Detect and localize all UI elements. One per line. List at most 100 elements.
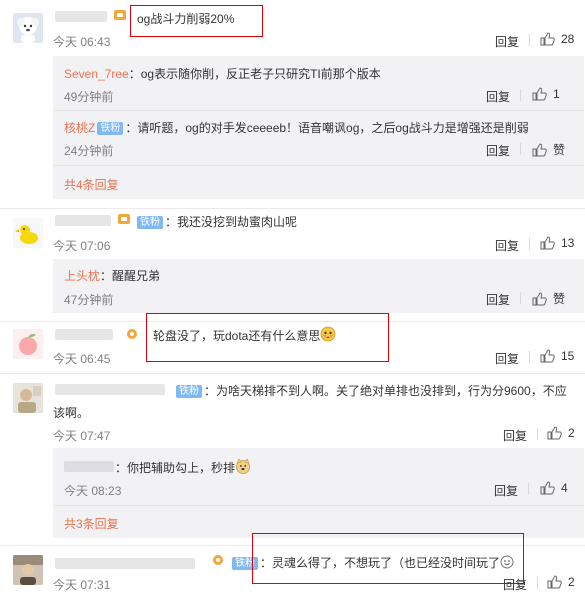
- more-replies-link[interactable]: 共4条回复: [64, 176, 119, 193]
- person-avatar-icon: [13, 383, 43, 413]
- reply-time: 今天 08:23: [64, 484, 122, 498]
- avatar[interactable]: [13, 329, 43, 359]
- reply-username[interactable]: 核桃Z: [64, 121, 95, 135]
- reply-text: ：请听题，og的对手发ceeeeb！语音嘲讽og，之后og战斗力是增强还是削弱: [125, 121, 529, 135]
- level-badge-icon: [117, 212, 131, 229]
- comment-time: 今天 07:31: [53, 578, 111, 592]
- divider: [53, 165, 584, 166]
- divider: [0, 373, 585, 374]
- avatar[interactable]: [13, 13, 43, 43]
- reply-time: 47分钟前: [64, 293, 114, 307]
- reply-item: 上头枕：醒醒兄弟: [64, 267, 160, 284]
- divider: [520, 143, 521, 155]
- like-button[interactable]: 4: [540, 481, 568, 495]
- thumbs-up-icon: [547, 426, 562, 440]
- username-blurred: [55, 329, 113, 340]
- reply-username[interactable]: Seven_7ree: [64, 67, 129, 81]
- comment-item: 铁粉 ：我还没挖到劫蜜肉山呢: [137, 213, 297, 230]
- divider: [537, 577, 538, 589]
- like-button[interactable]: 2: [547, 575, 575, 589]
- divider: [520, 89, 521, 101]
- comment-item: 铁粉 ：为啥天梯排不到人啊。关了绝对单排也没排到，行为分9600，不应: [176, 382, 567, 399]
- like-button[interactable]: 2: [547, 426, 575, 440]
- comment-text: ：我还没挖到劫蜜肉山呢: [165, 215, 298, 229]
- comment-time: 今天 06:43: [53, 35, 111, 49]
- reply-text: ：og表示随你削，反正老子只研究TI前那个版本: [128, 67, 381, 81]
- reply-button[interactable]: 回复: [503, 576, 527, 593]
- level-badge-icon: [125, 327, 139, 344]
- doge-emoji-icon: [236, 458, 250, 474]
- fan-badge: 铁粉: [137, 216, 163, 229]
- divider: [53, 110, 584, 111]
- thumbs-up-icon: [540, 349, 555, 363]
- like-button[interactable]: 28: [540, 32, 574, 46]
- duck-avatar-icon: [13, 218, 43, 248]
- highlight-box: [146, 313, 389, 362]
- reply-item: ：你把辅助勾上，秒排: [115, 458, 251, 476]
- reply-item: 核桃Z 铁粉 ：请听题，og的对手发ceeeeb！语音嘲讽og，之后og战斗力是增强…: [64, 119, 529, 136]
- reply-button[interactable]: 回复: [486, 142, 510, 159]
- like-count: 2: [568, 575, 575, 589]
- fan-badge: 铁粉: [176, 385, 202, 398]
- like-button[interactable]: 赞: [532, 141, 565, 158]
- like-label: 赞: [553, 143, 566, 157]
- thumbs-up-icon: [547, 575, 562, 589]
- divider: [537, 428, 538, 440]
- thumbs-up-icon: [540, 32, 555, 46]
- level-badge-icon: [113, 8, 127, 25]
- divider: [53, 505, 584, 506]
- like-button[interactable]: 赞: [532, 290, 565, 307]
- reply-button[interactable]: 回复: [503, 427, 527, 444]
- like-count: 1: [553, 87, 560, 101]
- highlight-box: [130, 5, 263, 37]
- username-blurred: [55, 215, 111, 226]
- like-count: 4: [561, 481, 568, 495]
- divider: [529, 351, 530, 363]
- reply-button[interactable]: 回复: [486, 291, 510, 308]
- divider: [0, 208, 585, 209]
- reply-time: 49分钟前: [64, 90, 114, 104]
- reply-time: 24分钟前: [64, 144, 114, 158]
- divider: [528, 483, 529, 495]
- thumbs-up-icon: [532, 291, 547, 305]
- reply-button[interactable]: 回复: [495, 237, 519, 254]
- avatar[interactable]: [13, 383, 43, 413]
- comment-time: 今天 06:45: [53, 352, 111, 366]
- reply-username[interactable]: 上头枕: [64, 269, 100, 283]
- divider: [529, 34, 530, 46]
- username-blurred: [64, 461, 114, 472]
- reply-button[interactable]: 回复: [495, 33, 519, 50]
- reply-button[interactable]: 回复: [486, 88, 510, 105]
- like-button[interactable]: 1: [532, 87, 560, 101]
- like-button[interactable]: 13: [540, 236, 574, 250]
- peach-avatar-icon: [13, 329, 43, 359]
- thumbs-up-icon: [540, 481, 555, 495]
- avatar[interactable]: [13, 218, 43, 248]
- like-count: 2: [568, 426, 575, 440]
- divider: [520, 292, 521, 304]
- username-blurred: [55, 558, 195, 569]
- reply-button[interactable]: 回复: [494, 482, 518, 499]
- like-count: 28: [561, 32, 575, 46]
- thumbs-up-icon: [532, 87, 547, 101]
- username-blurred: [55, 384, 165, 395]
- username-blurred: [55, 11, 107, 22]
- comment-text-continued: 该啊。: [53, 406, 90, 420]
- comment-text: ：为啥天梯排不到人啊。关了绝对单排也没排到，行为分9600，不应: [204, 384, 567, 398]
- reply-button[interactable]: 回复: [495, 350, 519, 367]
- like-button[interactable]: 15: [540, 349, 574, 363]
- level-badge-icon: [211, 553, 225, 570]
- reply-text: ：醒醒兄弟: [100, 269, 161, 283]
- reply-item: Seven_7ree：og表示随你削，反正老子只研究TI前那个版本: [64, 65, 381, 82]
- poodle-avatar-icon: [13, 13, 43, 43]
- thumbs-up-icon: [532, 142, 547, 156]
- avatar[interactable]: [13, 555, 43, 585]
- comment-time: 今天 07:06: [53, 239, 111, 253]
- like-count: 15: [561, 349, 575, 363]
- person-avatar-icon: [13, 555, 43, 585]
- more-replies-link[interactable]: 共3条回复: [64, 515, 119, 532]
- fan-badge: 铁粉: [97, 122, 124, 135]
- highlight-box: [252, 533, 524, 584]
- divider: [529, 238, 530, 250]
- like-count: 13: [561, 236, 575, 250]
